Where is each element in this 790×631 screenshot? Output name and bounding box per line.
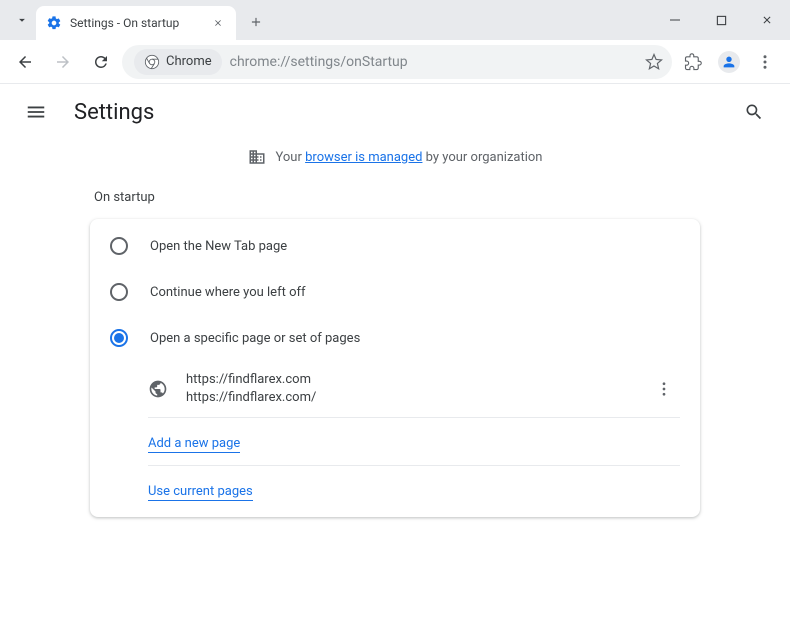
radio-specific-pages[interactable]: Open a specific page or set of pages <box>90 315 700 361</box>
use-current-pages-link[interactable]: Use current pages <box>148 484 253 501</box>
close-icon <box>213 18 223 28</box>
chrome-logo-chip[interactable]: Chrome <box>134 49 222 75</box>
managed-text: Your browser is managed by your organiza… <box>276 150 543 165</box>
minimize-button[interactable] <box>652 0 698 40</box>
startup-page-entry: https://findflarex.com https://findflare… <box>90 361 700 417</box>
maximize-icon <box>716 15 727 26</box>
plus-icon <box>249 15 263 29</box>
section-title: On startup <box>90 180 700 219</box>
new-tab-button[interactable] <box>242 8 270 36</box>
star-icon <box>645 53 663 71</box>
radio-label: Open a specific page or set of pages <box>150 331 360 346</box>
radio-icon <box>110 283 128 301</box>
browser-title-bar: Settings - On startup <box>0 0 790 40</box>
extensions-button[interactable] <box>676 45 710 79</box>
tab-title: Settings - On startup <box>70 16 202 30</box>
tab-close-button[interactable] <box>210 15 226 31</box>
profile-button[interactable] <box>714 47 744 77</box>
reload-button[interactable] <box>84 45 118 79</box>
chrome-chip-label: Chrome <box>166 54 212 69</box>
startup-card: Open the New Tab page Continue where you… <box>90 219 700 517</box>
more-vertical-icon <box>655 380 673 398</box>
browser-menu-button[interactable] <box>748 45 782 79</box>
maximize-button[interactable] <box>698 0 744 40</box>
page-details: https://findflarex.com https://findflare… <box>186 371 630 407</box>
search-icon <box>744 102 764 122</box>
search-settings-button[interactable] <box>736 94 772 130</box>
page-title: Settings <box>74 100 154 125</box>
radio-label: Continue where you left off <box>150 285 306 300</box>
use-current-row: Use current pages <box>90 466 700 513</box>
page-url-text: https://findflarex.com/ <box>186 389 630 407</box>
managed-banner: Your browser is managed by your organiza… <box>0 140 790 180</box>
add-new-page-link[interactable]: Add a new page <box>148 436 240 453</box>
profile-avatar-icon <box>718 51 740 73</box>
radio-open-new-tab[interactable]: Open the New Tab page <box>90 223 700 269</box>
menu-button[interactable] <box>18 94 54 130</box>
gear-icon <box>46 15 62 31</box>
close-window-button[interactable] <box>744 0 790 40</box>
chevron-down-icon <box>15 13 29 27</box>
tab-search-dropdown[interactable] <box>8 6 36 34</box>
radio-icon-selected <box>110 329 128 347</box>
globe-icon <box>148 379 168 399</box>
browser-tab[interactable]: Settings - On startup <box>36 6 236 40</box>
url-text: chrome://settings/onStartup <box>230 54 632 70</box>
forward-button[interactable] <box>46 45 80 79</box>
page-more-button[interactable] <box>648 373 680 405</box>
minimize-icon <box>669 14 681 26</box>
browser-toolbar: Chrome chrome://settings/onStartup <box>0 40 790 84</box>
puzzle-icon <box>684 53 702 71</box>
close-icon <box>761 14 773 26</box>
content-area: On startup Open the New Tab page Continu… <box>0 180 790 517</box>
arrow-left-icon <box>16 53 34 71</box>
back-button[interactable] <box>8 45 42 79</box>
bookmark-button[interactable] <box>640 48 668 76</box>
address-bar[interactable]: Chrome chrome://settings/onStartup <box>122 45 672 79</box>
more-vertical-icon <box>756 53 774 71</box>
radio-continue-left-off[interactable]: Continue where you left off <box>90 269 700 315</box>
add-page-row: Add a new page <box>90 418 700 465</box>
arrow-right-icon <box>54 53 72 71</box>
managed-link[interactable]: browser is managed <box>305 150 422 165</box>
chrome-logo-icon <box>144 54 160 70</box>
building-icon <box>248 148 266 166</box>
radio-icon <box>110 237 128 255</box>
settings-header: Settings <box>0 84 790 140</box>
radio-label: Open the New Tab page <box>150 239 287 254</box>
window-controls <box>652 0 790 40</box>
page-title-text: https://findflarex.com <box>186 371 630 389</box>
reload-icon <box>92 53 110 71</box>
hamburger-icon <box>25 101 47 123</box>
